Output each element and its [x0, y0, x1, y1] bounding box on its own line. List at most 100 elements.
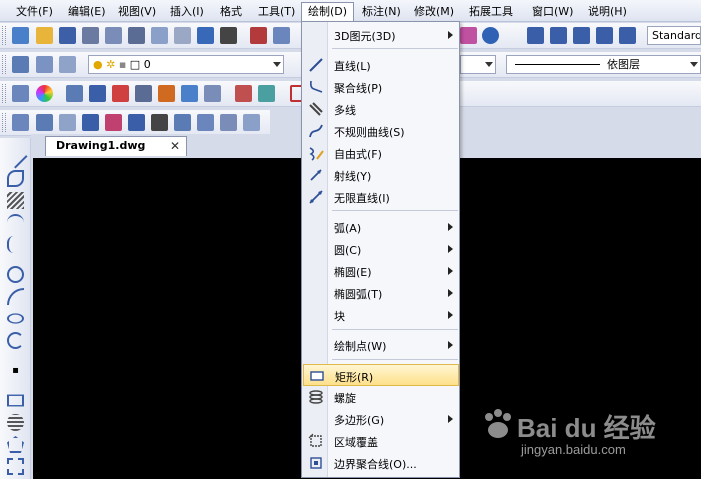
- polygon-tool-icon[interactable]: [7, 436, 24, 453]
- toolbar-grip[interactable]: [2, 55, 6, 74]
- close-icon[interactable]: ✕: [170, 137, 180, 155]
- print-icon[interactable]: [105, 27, 122, 44]
- freehand-tool-icon[interactable]: [7, 236, 24, 253]
- menu-item-ellipse[interactable]: 椭圆(E): [303, 260, 459, 282]
- layer-previous-icon[interactable]: [36, 56, 53, 73]
- menu-window[interactable]: 窗口(W): [526, 3, 579, 20]
- spline-tool-icon[interactable]: [7, 214, 24, 231]
- arc-tool-icon[interactable]: [7, 288, 24, 305]
- region-icon[interactable]: [197, 114, 214, 131]
- help-icon[interactable]: [482, 27, 499, 44]
- cut-icon[interactable]: [250, 27, 267, 44]
- brush-icon[interactable]: [135, 85, 152, 102]
- pan-icon[interactable]: [243, 114, 260, 131]
- rectangle-tool-icon[interactable]: [7, 394, 24, 407]
- menu-edit[interactable]: 编辑(E): [62, 3, 112, 20]
- new-file-icon[interactable]: [12, 27, 29, 44]
- camera-icon[interactable]: [151, 114, 168, 131]
- submenu-arrow-icon: [448, 289, 453, 297]
- save-as-icon[interactable]: [82, 27, 99, 44]
- save-icon[interactable]: [59, 27, 76, 44]
- menu-item-rectangle[interactable]: 矩形(R): [303, 364, 459, 386]
- publish-icon[interactable]: [174, 27, 191, 44]
- edit-text-icon[interactable]: [573, 27, 590, 44]
- menu-format[interactable]: 格式: [214, 3, 248, 20]
- measure-icon[interactable]: [112, 85, 129, 102]
- menu-item-ray[interactable]: 射线(Y): [303, 164, 459, 186]
- menu-dimension[interactable]: 标注(N): [356, 3, 407, 20]
- text-query-icon[interactable]: [82, 114, 99, 131]
- inquiry-icon[interactable]: [12, 85, 29, 102]
- ellipse-arc-tool-icon[interactable]: [7, 332, 24, 349]
- menu-file[interactable]: 文件(F): [10, 3, 59, 20]
- menu-item-draw-point[interactable]: 绘制点(W): [303, 334, 459, 356]
- trim-icon[interactable]: [158, 85, 175, 102]
- menu-item-elliptical-arc[interactable]: 椭圆弧(T): [303, 282, 459, 304]
- text-style-select[interactable]: Standard: [647, 26, 701, 45]
- menu-item-multiline[interactable]: 多线: [303, 98, 459, 120]
- polyline-tool-icon[interactable]: [7, 170, 24, 187]
- helix-tool-icon[interactable]: [7, 414, 24, 431]
- menu-tools[interactable]: 工具(T): [252, 3, 301, 20]
- find-text-icon[interactable]: [596, 27, 613, 44]
- line-tool-icon[interactable]: [3, 144, 28, 169]
- menu-item-polyline[interactable]: 聚合线(P): [303, 76, 459, 98]
- menu-modify[interactable]: 修改(M): [408, 3, 460, 20]
- menu-item-arc[interactable]: 弧(A): [303, 216, 459, 238]
- find-icon[interactable]: [220, 27, 237, 44]
- zoom-object-icon[interactable]: [220, 114, 237, 131]
- circle-tool-icon[interactable]: [7, 266, 24, 283]
- zoom-extents-icon[interactable]: [36, 114, 53, 131]
- color-select[interactable]: [460, 55, 496, 74]
- menu-item-freehand[interactable]: 自由式(F): [303, 142, 459, 164]
- spell-check-icon[interactable]: [197, 27, 214, 44]
- toolbar-grip[interactable]: [2, 113, 6, 132]
- menu-item-construction-line[interactable]: 无限直线(I): [303, 186, 459, 208]
- text-scale-icon[interactable]: [619, 27, 636, 44]
- linetype-select[interactable]: 依图层: [506, 55, 701, 74]
- menu-item-line[interactable]: 直线(L): [303, 54, 459, 76]
- menu-help[interactable]: 说明(H): [582, 3, 633, 20]
- zoom-window-icon[interactable]: [12, 114, 29, 131]
- drawing-tab[interactable]: Drawing1.dwg ✕: [45, 136, 187, 156]
- menu-item-block[interactable]: 块: [303, 304, 459, 326]
- point-tool-icon[interactable]: ▪: [7, 362, 24, 379]
- menu-view[interactable]: 视图(V): [112, 3, 162, 20]
- layer-select[interactable]: ● ✲ ▪ □ 0: [88, 55, 284, 74]
- menu-draw[interactable]: 绘制(D): [301, 2, 355, 22]
- layer-query-icon[interactable]: [128, 114, 145, 131]
- ellipse-tool-icon[interactable]: [7, 313, 24, 324]
- properties-icon[interactable]: [66, 85, 83, 102]
- table-icon[interactable]: [59, 114, 76, 131]
- menu-extension-tools[interactable]: 拓展工具: [463, 3, 519, 20]
- menu-item-boundary-polyline[interactable]: 边界聚合线(O)...: [303, 452, 459, 474]
- layer-state-icon[interactable]: [59, 56, 76, 73]
- copy-icon[interactable]: [273, 27, 290, 44]
- align-icon[interactable]: [235, 85, 252, 102]
- match-properties-icon[interactable]: [460, 27, 477, 44]
- layer-manager-icon[interactable]: [12, 56, 29, 73]
- 3d-box-icon[interactable]: [258, 85, 275, 102]
- multiline-tool-icon[interactable]: [7, 192, 24, 209]
- menu-item-circle[interactable]: 圆(C): [303, 238, 459, 260]
- menu-item-polygon[interactable]: 多边形(G): [303, 408, 459, 430]
- plot-icon[interactable]: [128, 27, 145, 44]
- open-folder-icon[interactable]: [36, 27, 53, 44]
- image-icon[interactable]: [105, 114, 122, 131]
- menu-item-3d-primitives[interactable]: 3D图元(3D): [303, 24, 459, 46]
- text-format-icon[interactable]: [89, 85, 106, 102]
- block-icon[interactable]: [181, 85, 198, 102]
- text-style-icon[interactable]: [527, 27, 544, 44]
- color-wheel-icon[interactable]: [36, 85, 53, 102]
- toolbar-grip[interactable]: [2, 84, 6, 103]
- text-icon[interactable]: [550, 27, 567, 44]
- toolbar-grip[interactable]: [2, 26, 6, 45]
- plot-style-icon[interactable]: [204, 85, 221, 102]
- menu-insert[interactable]: 插入(I): [164, 3, 210, 20]
- menu-item-wipeout[interactable]: 区域覆盖: [303, 430, 459, 452]
- wipeout-tool-icon[interactable]: [7, 458, 24, 475]
- menu-item-spline[interactable]: 不规则曲线(S): [303, 120, 459, 142]
- print-preview-icon[interactable]: [151, 27, 168, 44]
- photo-icon[interactable]: [174, 114, 191, 131]
- menu-item-helix[interactable]: 螺旋: [303, 386, 459, 408]
